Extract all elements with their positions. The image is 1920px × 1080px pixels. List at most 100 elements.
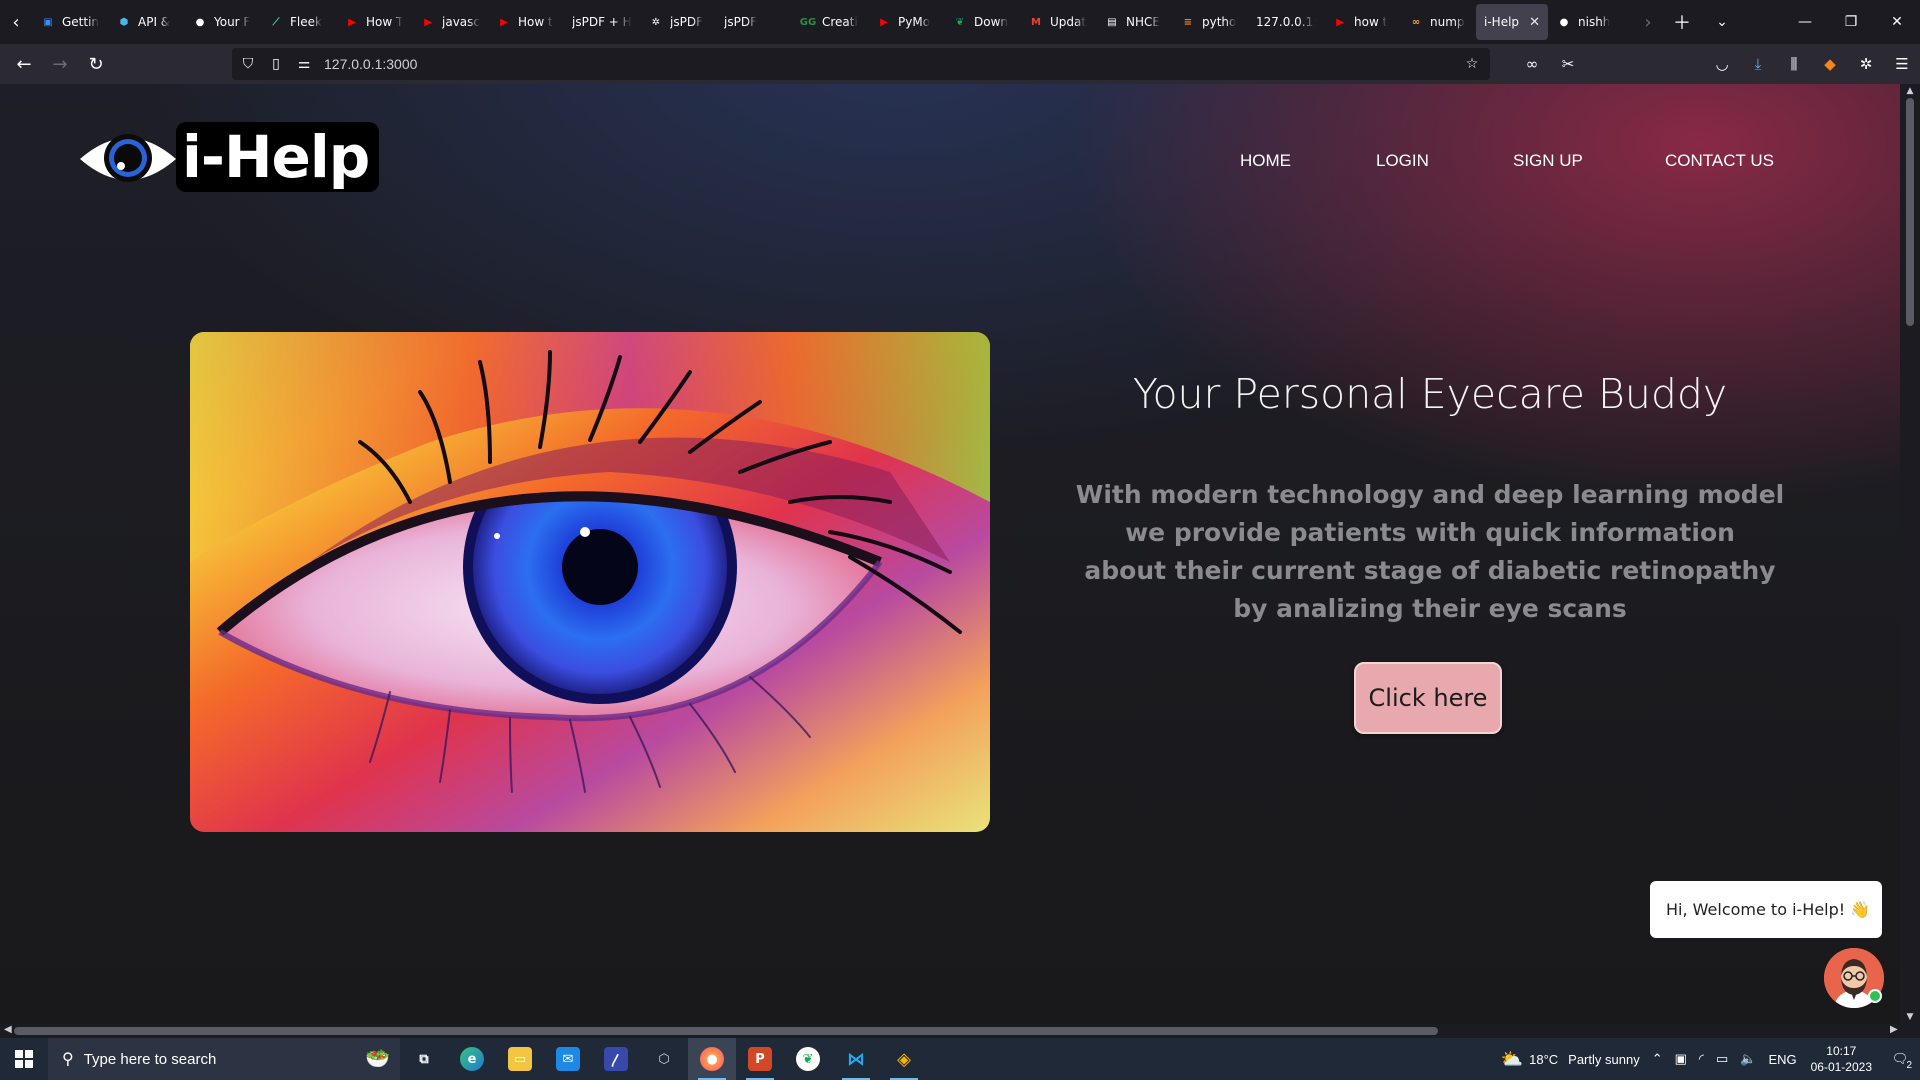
notification-center-button[interactable]: 🗨 2: [1880, 1038, 1920, 1080]
tab-title: jsPDF + H: [572, 15, 632, 29]
tab-scroll-right-icon[interactable]: ›: [1630, 4, 1666, 40]
nav-home[interactable]: HOME: [1240, 151, 1291, 171]
partly-sunny-icon: ⛅: [1500, 1048, 1524, 1069]
vertical-scrollbar[interactable]: ▲ ▼: [1900, 84, 1920, 1024]
hexagon-icon: ⬢: [119, 16, 129, 28]
click-here-button[interactable]: Click here: [1354, 662, 1502, 734]
nav-signup[interactable]: SIGN UP: [1513, 151, 1583, 171]
close-window-button[interactable]: ✕: [1874, 0, 1920, 44]
task-view-icon: ⧉: [419, 1051, 429, 1067]
downloads-icon[interactable]: ⤓: [1740, 48, 1776, 80]
browser-tab[interactable]: ▤ NHCE: [1096, 4, 1172, 40]
taskbar-powerpoint[interactable]: P: [736, 1038, 784, 1080]
extensions-icon[interactable]: ✲: [1848, 48, 1884, 80]
browser-tab[interactable]: jsPDF: [716, 4, 792, 40]
browser-tab[interactable]: ● Your F: [184, 4, 260, 40]
taskbar-firefox[interactable]: ●: [688, 1038, 736, 1080]
tab-title: 127.0.0.1:3: [1256, 15, 1316, 29]
nav-contact[interactable]: CONTACT US: [1665, 151, 1774, 171]
taskbar-file-explorer[interactable]: ▭: [496, 1038, 544, 1080]
taskbar-clock[interactable]: 10:17 06-01-2023: [1803, 1043, 1880, 1075]
taskbar-edge[interactable]: e: [448, 1038, 496, 1080]
back-button[interactable]: ←: [6, 48, 42, 80]
description-line: about their current stage of diabetic re…: [1084, 556, 1776, 585]
close-tab-icon[interactable]: ✕: [1529, 15, 1540, 30]
scroll-right-arrow-icon[interactable]: ▶: [1890, 1024, 1898, 1035]
taskbar-search-box[interactable]: ⚲ Type here to search 🥗: [48, 1038, 400, 1080]
vscode-icon: ⋈: [847, 1048, 865, 1070]
nav-login[interactable]: LOGIN: [1376, 151, 1429, 171]
metamask-icon[interactable]: ◆: [1812, 48, 1848, 80]
meet-now-icon[interactable]: ▣: [1669, 1038, 1693, 1080]
list-all-tabs-button[interactable]: ⌄: [1704, 4, 1740, 40]
chat-welcome-bubble[interactable]: Hi, Welcome to i-Help! 👋: [1650, 881, 1882, 938]
browser-tab[interactable]: ❦ Down: [944, 4, 1020, 40]
browser-tab[interactable]: ▶ PyMo: [868, 4, 944, 40]
task-view-button[interactable]: ⧉: [400, 1038, 448, 1080]
extension-scissors-icon[interactable]: ✂: [1550, 48, 1586, 80]
vertical-scroll-thumb[interactable]: [1906, 98, 1914, 326]
browser-tab[interactable]: GG Creati: [792, 4, 868, 40]
address-bar[interactable]: ⛉ ▯ ⚌ 127.0.0.1:3000 ☆: [232, 48, 1490, 80]
weather-widget[interactable]: ⛅ 18°C Partly sunny: [1495, 1038, 1646, 1080]
horizontal-scrollbar[interactable]: ◀ ▶: [0, 1024, 1920, 1038]
github-icon: ●: [1559, 16, 1569, 28]
bookmark-star-icon[interactable]: ☆: [1464, 56, 1480, 72]
scroll-down-arrow-icon[interactable]: ▼: [1900, 1012, 1920, 1022]
volume-icon[interactable]: 🔈: [1734, 1038, 1762, 1080]
wifi-icon[interactable]: ◜: [1693, 1038, 1710, 1080]
browser-tab[interactable]: ∞ nump: [1400, 4, 1476, 40]
reload-button[interactable]: ↻: [78, 48, 114, 80]
taskbar-mongodb-compass[interactable]: ❦: [784, 1038, 832, 1080]
battery-icon[interactable]: ▭: [1710, 1038, 1734, 1080]
app-menu-icon[interactable]: ☰: [1884, 48, 1920, 80]
tab-active[interactable]: i-Help ✕: [1476, 4, 1548, 40]
scroll-up-arrow-icon[interactable]: ▲: [1900, 86, 1920, 96]
site-logo[interactable]: i-Help: [78, 122, 380, 192]
tab-strip: ▣ Gettin ⬢ API & ● Your F ⟋ Fleek ▶ How T ▶ javasc ▶…: [32, 0, 1644, 44]
browser-tab[interactable]: ▶ javasc: [412, 4, 488, 40]
browser-tab[interactable]: ⟋ Fleek: [260, 4, 336, 40]
taskbar-git-kraken[interactable]: ◈: [880, 1038, 928, 1080]
taskbar-unity[interactable]: ⬡: [640, 1038, 688, 1080]
browser-tab[interactable]: ≡ pytho: [1172, 4, 1248, 40]
forward-button[interactable]: →: [42, 48, 78, 80]
scroll-left-arrow-icon[interactable]: ◀: [4, 1024, 12, 1035]
horizontal-scroll-thumb[interactable]: [14, 1027, 1438, 1035]
library-icon[interactable]: ⫼: [1776, 48, 1812, 80]
pocket-icon[interactable]: ◡: [1704, 48, 1740, 80]
browser-tab[interactable]: jsPDF + H: [564, 4, 640, 40]
folder-icon: ▭: [508, 1047, 532, 1071]
windows-start-button[interactable]: [0, 1038, 48, 1080]
browser-tab[interactable]: ▶ how t: [1324, 4, 1400, 40]
tracking-shield-icon[interactable]: ⛉: [240, 56, 256, 72]
browser-tab[interactable]: ● nishh: [1548, 4, 1624, 40]
show-hidden-icons-button[interactable]: ⌃: [1646, 1038, 1669, 1080]
tab-title: PyMo: [898, 15, 931, 29]
gmail-icon: M: [1031, 16, 1041, 28]
minimize-window-button[interactable]: —: [1782, 0, 1828, 44]
taskbar-mail[interactable]: ✉: [544, 1038, 592, 1080]
github-icon: ●: [195, 16, 205, 28]
permissions-icon[interactable]: ⚌: [296, 56, 312, 72]
tab-title: how t: [1354, 15, 1388, 29]
browser-tab[interactable]: 127.0.0.1:3: [1248, 4, 1324, 40]
browser-tab[interactable]: M Updat: [1020, 4, 1096, 40]
url-text[interactable]: 127.0.0.1:3000: [324, 56, 417, 72]
tab-title: Your F: [214, 15, 251, 29]
tab-scroll-left-icon[interactable]: ‹: [0, 0, 32, 44]
restore-window-button[interactable]: ❐: [1828, 0, 1874, 44]
new-tab-button[interactable]: ＋: [1664, 4, 1700, 40]
taskbar-blue-app[interactable]: 〳: [592, 1038, 640, 1080]
browser-tab[interactable]: ▶ How T: [336, 4, 412, 40]
language-indicator[interactable]: ENG: [1762, 1038, 1802, 1080]
browser-tab[interactable]: ▶ How t: [488, 4, 564, 40]
logo-text: i-Help: [176, 122, 380, 192]
page-info-icon[interactable]: ▯: [268, 56, 284, 72]
browser-tab[interactable]: ▣ Gettin: [32, 4, 108, 40]
extension-glasses-icon[interactable]: ∞: [1514, 48, 1550, 80]
browser-tab[interactable]: ⬢ API &: [108, 4, 184, 40]
online-status-dot: [1868, 989, 1882, 1003]
taskbar-vscode[interactable]: ⋈: [832, 1038, 880, 1080]
browser-tab[interactable]: ✲ jsPDF: [640, 4, 716, 40]
